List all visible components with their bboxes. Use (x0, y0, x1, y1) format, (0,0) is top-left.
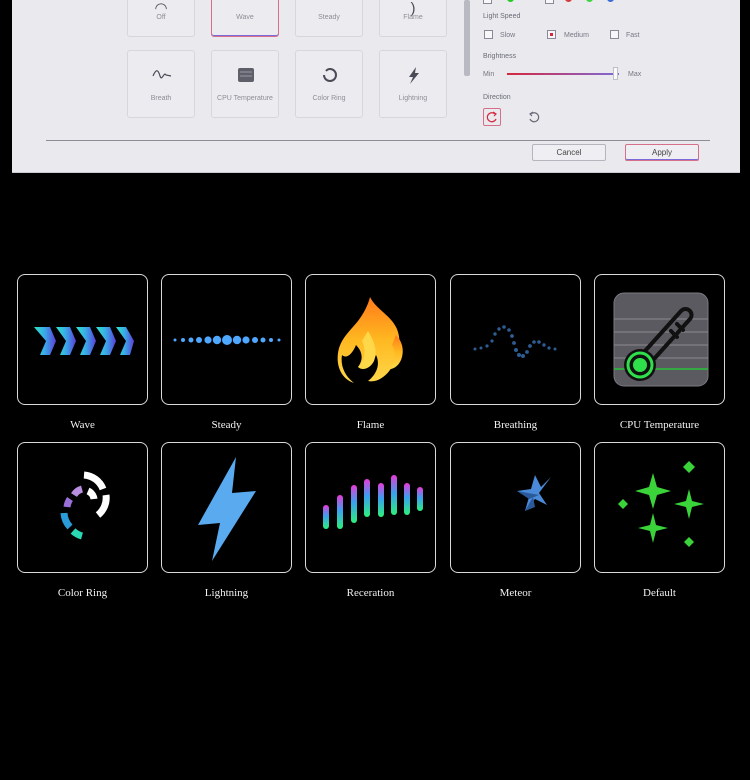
cancel-button[interactable]: Cancel (532, 144, 606, 161)
lightning-icon (409, 67, 419, 84)
speed-fast-checkbox[interactable] (610, 30, 619, 39)
effect-card-label: CPU Temperature (619, 419, 700, 431)
effect-card-meteor[interactable] (450, 442, 581, 573)
effect-label: Flame (403, 14, 423, 21)
meteor-effect-icon (517, 475, 551, 511)
apply-button[interactable]: Apply (625, 144, 699, 161)
receration-effect-icon (323, 475, 423, 529)
effect-card-flame[interactable] (305, 274, 436, 405)
speed-medium-checkbox[interactable] (547, 30, 556, 39)
effect-card-label: Default (643, 587, 676, 599)
clockwise-icon (486, 111, 497, 123)
speed-medium-label: Medium (564, 32, 589, 39)
effect-label: Wave (236, 14, 254, 21)
swatch-checkbox[interactable] (483, 0, 492, 4)
effect-label: Off (156, 14, 166, 21)
effect-tile-color-ring[interactable]: Color Ring (295, 50, 363, 118)
breath-icon (152, 70, 172, 79)
direction-clockwise-button[interactable] (483, 108, 501, 126)
color-swatch[interactable] (565, 0, 572, 2)
effect-label: Color Ring (312, 95, 346, 102)
counterclockwise-icon[interactable] (526, 109, 542, 125)
effect-card-label: Receration (346, 587, 395, 599)
cpu-temperature-effect-icon (613, 292, 709, 387)
color-swatch-row (483, 0, 683, 4)
effect-label: Breath (150, 95, 172, 102)
color-ring-effect-icon (60, 471, 110, 540)
breathing-effect-icon (473, 325, 557, 358)
brightness-slider-track[interactable] (507, 73, 619, 75)
effect-card-cpu-temperature[interactable] (594, 274, 725, 405)
effect-card-label: Flame (356, 419, 385, 431)
speed-slow-checkbox[interactable] (484, 30, 493, 39)
lighting-settings-dialog: ◠ Off Wave Steady ) Flame Breath CPU Tem… (12, 0, 740, 173)
effect-tile-steady[interactable]: Steady (295, 0, 363, 37)
color-ring-icon (323, 68, 337, 82)
brightness-min-label: Min (483, 71, 495, 78)
color-swatch[interactable] (607, 0, 614, 2)
default-effect-icon (618, 461, 704, 547)
steady-effect-icon (173, 335, 281, 345)
lightning-effect-icon (198, 457, 256, 561)
effect-card-label: Color Ring (57, 587, 108, 599)
speed-slow-label: Slow (500, 32, 516, 39)
effect-card-label: Wave (70, 419, 95, 431)
effect-card-label: Breathing (493, 419, 538, 431)
flame-effect-icon (337, 297, 403, 383)
effect-card-label: Steady (211, 419, 242, 431)
effect-tile-breath[interactable]: Breath (127, 50, 195, 118)
effect-card-steady[interactable] (161, 274, 292, 405)
dialog-divider (46, 140, 710, 141)
direction-label: Direction (483, 94, 511, 101)
speed-fast-label: Fast (626, 32, 640, 39)
effect-card-label: Lightning (204, 587, 249, 599)
cpu-temperature-icon (238, 68, 254, 82)
brightness-label: Brightness (483, 53, 517, 60)
effect-label: Lightning (398, 95, 428, 102)
effect-tile-flame[interactable]: ) Flame (379, 0, 447, 37)
dialog-scrollbar[interactable] (464, 0, 470, 76)
effect-card-wave[interactable] (17, 274, 148, 405)
effect-tile-lightning[interactable]: Lightning (379, 50, 447, 118)
effect-card-lightning[interactable] (161, 442, 292, 573)
swatch-checkbox[interactable] (545, 0, 554, 4)
brightness-max-label: Max (628, 71, 642, 78)
brightness-slider-handle[interactable] (613, 67, 618, 80)
effect-label: CPU Temperature (217, 95, 273, 102)
effect-label: Steady (318, 14, 340, 21)
effect-card-label: Meteor (499, 587, 532, 599)
effect-tile-wave[interactable]: Wave (211, 0, 279, 37)
light-speed-label: Light Speed (483, 13, 521, 20)
effect-tile-off[interactable]: ◠ Off (127, 0, 195, 37)
effect-card-receration[interactable] (305, 442, 436, 573)
effect-card-breathing[interactable] (450, 274, 581, 405)
wave-effect-icon (34, 327, 134, 355)
color-swatch[interactable] (586, 0, 593, 2)
effect-card-default[interactable] (594, 442, 725, 573)
effect-tile-cpu-temperature[interactable]: CPU Temperature (211, 50, 279, 118)
effect-card-color-ring[interactable] (17, 442, 148, 573)
color-swatch[interactable] (507, 0, 514, 2)
